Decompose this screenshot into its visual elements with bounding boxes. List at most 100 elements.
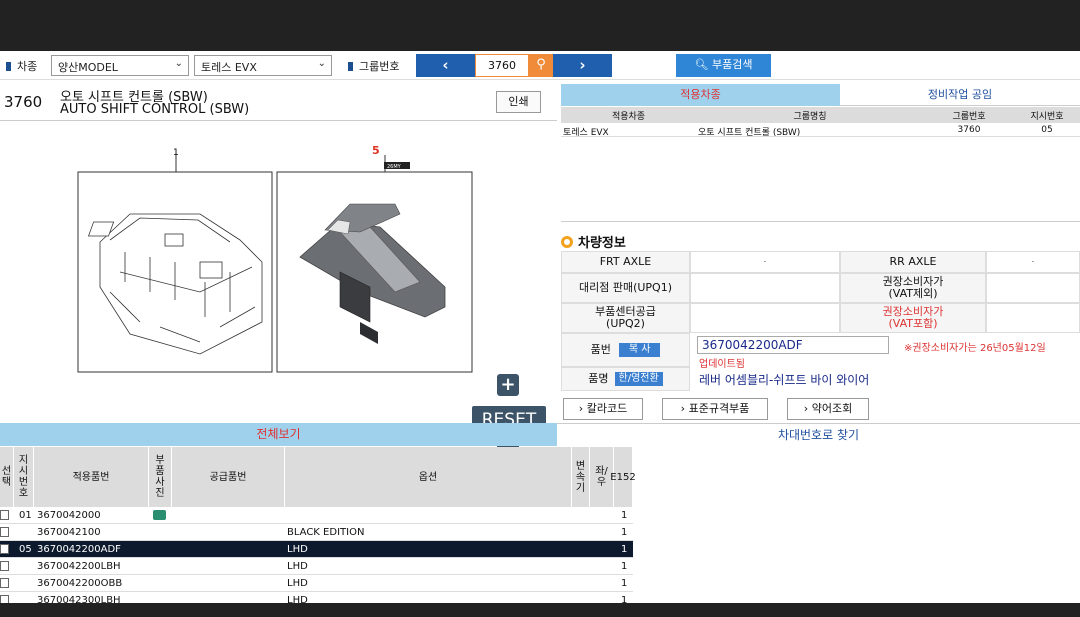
standard-parts-button[interactable]: › 표준규격부품	[662, 398, 768, 420]
row-part-no: 3670042200LBH	[37, 561, 121, 572]
vin-search-bar[interactable]: 차대번호로 찾기	[557, 423, 1080, 446]
row-checkbox[interactable]	[0, 595, 9, 603]
copy-button[interactable]: 복 사	[618, 343, 661, 357]
update-notice: 업데이트됨	[699, 359, 745, 370]
row-qty: 1	[621, 561, 628, 572]
print-button[interactable]: 인쇄	[496, 91, 541, 113]
row-part-no: 3670042100	[37, 527, 101, 538]
table-row[interactable]: 01 3670042000 1	[0, 507, 633, 524]
consumer-price-excl-label: 권장소비자가 (VAT제외)	[840, 273, 986, 303]
row-qty: 1	[621, 527, 628, 538]
group-label: 그룹번호	[348, 58, 399, 74]
table-row-selected[interactable]: 05 3670042200ADF LHD 1	[0, 541, 633, 558]
bottom-black-bar	[0, 603, 1080, 617]
rr-axle-label: RR AXLE	[840, 251, 986, 273]
callout-5: 5	[372, 144, 380, 157]
prev-group-button[interactable]: ‹	[416, 54, 475, 77]
chevron-left-icon: ‹	[442, 56, 449, 74]
vehicle-select[interactable]: 토레스 EVX ⌄	[194, 55, 332, 76]
col-instr-no: 지시번호	[1030, 112, 1064, 122]
part-name-value: 레버 어셈블리-쉬프트 바이 와이어	[699, 373, 870, 387]
vehicle-label: 차종	[6, 58, 37, 74]
search-icon: 🔍︎	[694, 58, 709, 71]
col-instr: 지시번호	[14, 447, 34, 507]
camera-icon[interactable]	[153, 510, 166, 520]
row-checkbox[interactable]	[0, 578, 9, 588]
row-option: LHD	[287, 561, 308, 572]
part-no-label-cell: 품번 복 사	[561, 333, 690, 367]
table-row[interactable]: 3670042200LBH LHD 1	[0, 558, 633, 575]
zoom-in-button[interactable]: +	[497, 374, 519, 396]
row-qty: 1	[621, 578, 628, 589]
part-name-label-cell: 품명 한/영전환	[561, 367, 690, 391]
col-photo: 부품사진	[149, 447, 172, 507]
cell-instr-no: 05	[1041, 125, 1053, 135]
right-tabs: 적용차종 정비작업 공임	[561, 84, 1080, 106]
col-supply-no: 공급품번	[172, 447, 285, 507]
col-vehicle: 적용차종	[611, 112, 646, 122]
model-select[interactable]: 양산MODEL ⌄	[51, 55, 189, 76]
lang-toggle-button[interactable]: 한/영전환	[614, 372, 663, 386]
row-qty: 1	[621, 595, 628, 603]
top-black-bar	[0, 0, 1080, 51]
applicable-table-body	[561, 137, 1080, 222]
center-supply-label: 부품센터공급 (UPQ2)	[561, 303, 690, 333]
col-select: 선택	[0, 447, 14, 507]
row-qty: 1	[621, 544, 628, 555]
part-search-button[interactable]: 🔍︎ 부품검색	[676, 54, 771, 77]
row-part-no: 3670042200OBB	[37, 578, 123, 589]
circle-bullet-icon	[561, 236, 573, 248]
applicable-table-row[interactable]: 토레스 EVX 오토 시프트 컨트롤 (SBW) 3760 05	[561, 123, 1080, 138]
applicable-table-header: 적용차종 그룹명칭 그룹번호 지시번호	[561, 107, 1080, 123]
tab-maintenance-labor[interactable]: 정비작업 공임	[840, 84, 1080, 106]
rr-axle-value: -	[986, 251, 1080, 273]
row-part-no: 3670042300LBH	[37, 595, 121, 603]
chevron-down-icon: ⌄	[174, 58, 183, 69]
col-group-no: 그룹번호	[952, 112, 986, 122]
center-supply-value	[690, 303, 840, 333]
group-search-icon[interactable]: ⚲	[529, 54, 553, 77]
row-option: LHD	[287, 595, 308, 603]
color-code-button[interactable]: › 칼라코드	[563, 398, 643, 420]
cell-group-no: 3760	[957, 125, 981, 135]
col-group-name: 그룹명칭	[793, 112, 827, 122]
table-row[interactable]: 3670042100 BLACK EDITION 1	[0, 524, 633, 541]
table-row[interactable]: 3670042300LBH LHD 1	[0, 592, 633, 603]
row-option: BLACK EDITION	[287, 527, 365, 538]
table-row[interactable]: 3670042200OBB LHD 1	[0, 575, 633, 592]
dealer-price-value	[690, 273, 840, 303]
row-checkbox[interactable]	[0, 561, 9, 571]
parts-table: 선택 지시번호 적용품번 부품사진 공급품번 옵션 변속기 좌/우 E152 0…	[0, 447, 636, 603]
consumer-price-incl-value	[986, 303, 1080, 333]
exploded-view-drawing: 1 5 26MY	[77, 144, 473, 373]
abbreviation-button[interactable]: › 약어조회	[787, 398, 869, 420]
row-option: LHD	[287, 578, 308, 589]
row-checkbox[interactable]	[0, 510, 9, 520]
dealer-price-label: 대리점 판매(UPQ1)	[561, 273, 690, 303]
next-group-button[interactable]: ›	[553, 54, 612, 77]
row-part-no: 3670042200ADF	[37, 544, 121, 555]
parts-diagram[interactable]: 1 5 26MY + RESET	[0, 122, 557, 461]
frt-axle-value: -	[690, 251, 840, 273]
view-all-bar[interactable]: 전체보기	[0, 423, 557, 446]
row-checkbox[interactable]	[0, 527, 9, 537]
col-transmission: 변속기	[572, 447, 590, 507]
consumer-price-excl-value	[986, 273, 1080, 303]
part-no-field[interactable]: 3670042200ADF	[697, 336, 889, 354]
group-number-input[interactable]: 3760	[475, 54, 529, 77]
row-option: LHD	[287, 544, 308, 555]
row-qty: 1	[621, 510, 628, 521]
group-title-english: AUTO SHIFT CONTROL (SBW)	[60, 102, 250, 117]
tab-applicable-vehicles[interactable]: 적용차종	[561, 84, 840, 106]
chevron-down-icon: ⌄	[317, 58, 326, 69]
consumer-price-incl-label: 권장소비자가 (VAT포함)	[840, 303, 986, 333]
row-checkbox[interactable]	[0, 544, 9, 554]
price-notice: ※권장소비자가는 26년05월12일	[904, 343, 1046, 354]
group-header: 3760 오토 시프트 컨트롤 (SBW) AUTO SHIFT CONTROL…	[0, 81, 557, 121]
square-bullet-icon	[348, 62, 353, 71]
part-name-label: 품명	[588, 372, 609, 385]
row-part-no: 3670042000	[37, 510, 101, 521]
group-number: 3760	[4, 93, 43, 111]
vehicle-info-title: 차량정보	[561, 232, 626, 251]
model-year-tag: 26MY	[387, 164, 402, 170]
